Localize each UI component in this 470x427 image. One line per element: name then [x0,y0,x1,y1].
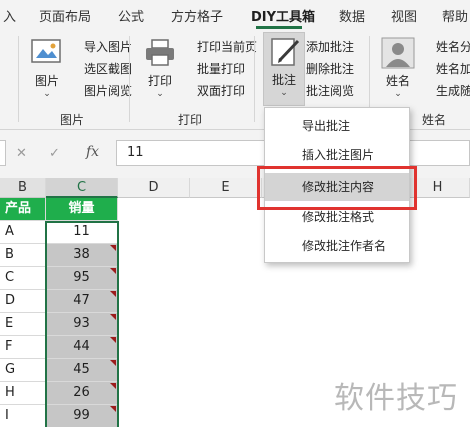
comment-dropdown-menu: 导出批注 插入批注图片 修改批注内容 修改批注格式 修改批注作者名 [264,107,410,263]
tab-formulas[interactable]: 公式 [118,6,144,25]
tab-diy-toolbox[interactable]: DIY工具箱 [251,6,315,25]
table-row-label[interactable]: I [0,405,46,427]
duplex-print-button[interactable]: 双面打印 [180,82,245,99]
group-label-name: 姓名 [422,113,447,127]
confirm-icon[interactable]: ✓ [49,146,60,161]
menu-item-insert-comment-image[interactable]: 插入批注图片 [265,141,409,169]
image-button[interactable]: 图片 ⌄ [27,34,67,106]
table-row-label[interactable]: E [0,313,46,336]
name-add-space-button[interactable]: 姓名加空 [419,60,470,77]
active-tab-indicator [256,26,302,29]
table-row-value[interactable]: 95 [46,267,118,290]
table-row-value[interactable]: 99 [46,405,118,427]
import-image-button[interactable]: 导入图片 [67,38,132,55]
table-row-value[interactable]: 26 [46,382,118,405]
group-label-print: 打印 [178,113,203,127]
tab-insert-partial[interactable]: 入 [3,6,16,25]
table-row-value[interactable]: 11 [46,221,118,244]
group-separator [18,36,19,122]
insert-function-icon[interactable]: fx [86,144,99,160]
chevron-down-icon: ⌄ [280,88,288,98]
table-row-value[interactable]: 45 [46,359,118,382]
import-image-icon [67,39,81,53]
print-current-page-button[interactable]: 打印当前页 [180,38,257,55]
add-comment-button[interactable]: 添加批注 [306,38,354,55]
table-row-label[interactable]: H [0,382,46,405]
batch-print-button[interactable]: 批量打印 [180,60,245,77]
comment-indicator-icon [110,291,116,297]
tab-fangfang-grid[interactable]: 方方格子 [171,6,223,25]
table-header-product[interactable]: 产品 [0,198,46,221]
column-header-h[interactable]: H [406,178,470,198]
group-label-image: 图片 [60,113,85,127]
picture-icon [31,39,61,63]
comment-indicator-icon [110,268,116,274]
table-row-label[interactable]: F [0,336,46,359]
group-separator [254,36,255,122]
table-row-label[interactable]: B [0,244,46,267]
delete-comment-button[interactable]: 删除批注 [306,60,354,77]
name-button[interactable]: 姓名 ⌄ [378,34,418,106]
column-header-c[interactable]: C [46,178,118,198]
menu-item-export-comments[interactable]: 导出批注 [265,112,409,140]
print-button-label: 打印 [147,74,172,88]
tab-data[interactable]: 数据 [339,6,365,25]
print-button[interactable]: 打印 ⌄ [140,34,180,106]
table-row-label[interactable]: C [0,267,46,290]
chevron-down-icon: ⌄ [394,89,402,99]
browse-comment-button[interactable]: 批注阅览 [306,82,354,99]
table-row-value[interactable]: 44 [46,336,118,359]
table-row-value[interactable]: 47 [46,290,118,313]
split-name-icon [419,39,433,53]
menu-item-edit-comment-content[interactable]: 修改批注内容 [265,173,409,201]
comment-indicator-icon [110,337,116,343]
name-space-icon [419,61,433,75]
table-row-label[interactable]: G [0,359,46,382]
printer-icon [146,39,174,66]
screenshot-icon [67,61,81,75]
menu-item-edit-comment-format[interactable]: 修改批注格式 [265,203,409,231]
comment-indicator-icon [110,383,116,389]
name-button-label: 姓名 [385,74,410,88]
duplex-print-icon [180,83,194,97]
image-browse-button[interactable]: 图片阅览 [67,82,132,99]
table-row-label[interactable]: D [0,290,46,313]
cancel-icon[interactable]: ✕ [16,146,27,161]
comment-button-label: 批注 [271,73,296,87]
table-row-label[interactable]: A [0,221,46,244]
comment-indicator-icon [110,360,116,366]
batch-print-icon [180,61,194,75]
comment-indicator-icon [110,314,116,320]
column-header-b[interactable]: B [0,178,46,198]
watermark: 软件技巧 [334,381,458,416]
tab-page-layout[interactable]: 页面布局 [39,6,91,25]
person-icon [381,37,415,69]
comment-indicator-icon [110,245,116,251]
comment-button[interactable]: 批注 ⌄ [263,32,305,106]
generate-random-button[interactable]: 生成随机 [419,82,470,99]
ribbon-tab-bar: 入 页面布局 公式 方方格子 DIY工具箱 数据 视图 帮助 [0,0,470,30]
table-row-value[interactable]: 93 [46,313,118,336]
group-separator [129,36,130,122]
name-box[interactable] [0,140,6,166]
column-header-d[interactable]: D [118,178,190,198]
comment-indicator-icon [110,406,116,412]
edit-comment-icon [271,38,300,66]
chevron-down-icon: ⌄ [156,89,164,99]
split-name-button[interactable]: 姓名分开 [419,38,470,55]
table-header-sales[interactable]: 销量 [46,198,118,221]
random-icon [419,83,433,97]
column-header-e[interactable]: E [190,178,262,198]
chevron-down-icon: ⌄ [43,89,51,99]
tab-view[interactable]: 视图 [391,6,417,25]
image-button-label: 图片 [34,74,59,88]
tab-help[interactable]: 帮助 [442,6,468,25]
print-page-icon [180,39,194,53]
browse-image-icon [67,83,81,97]
table-row-value[interactable]: 38 [46,244,118,267]
selection-screenshot-button[interactable]: 选区截图 [67,60,132,77]
menu-item-edit-comment-author[interactable]: 修改批注作者名 [265,232,409,260]
